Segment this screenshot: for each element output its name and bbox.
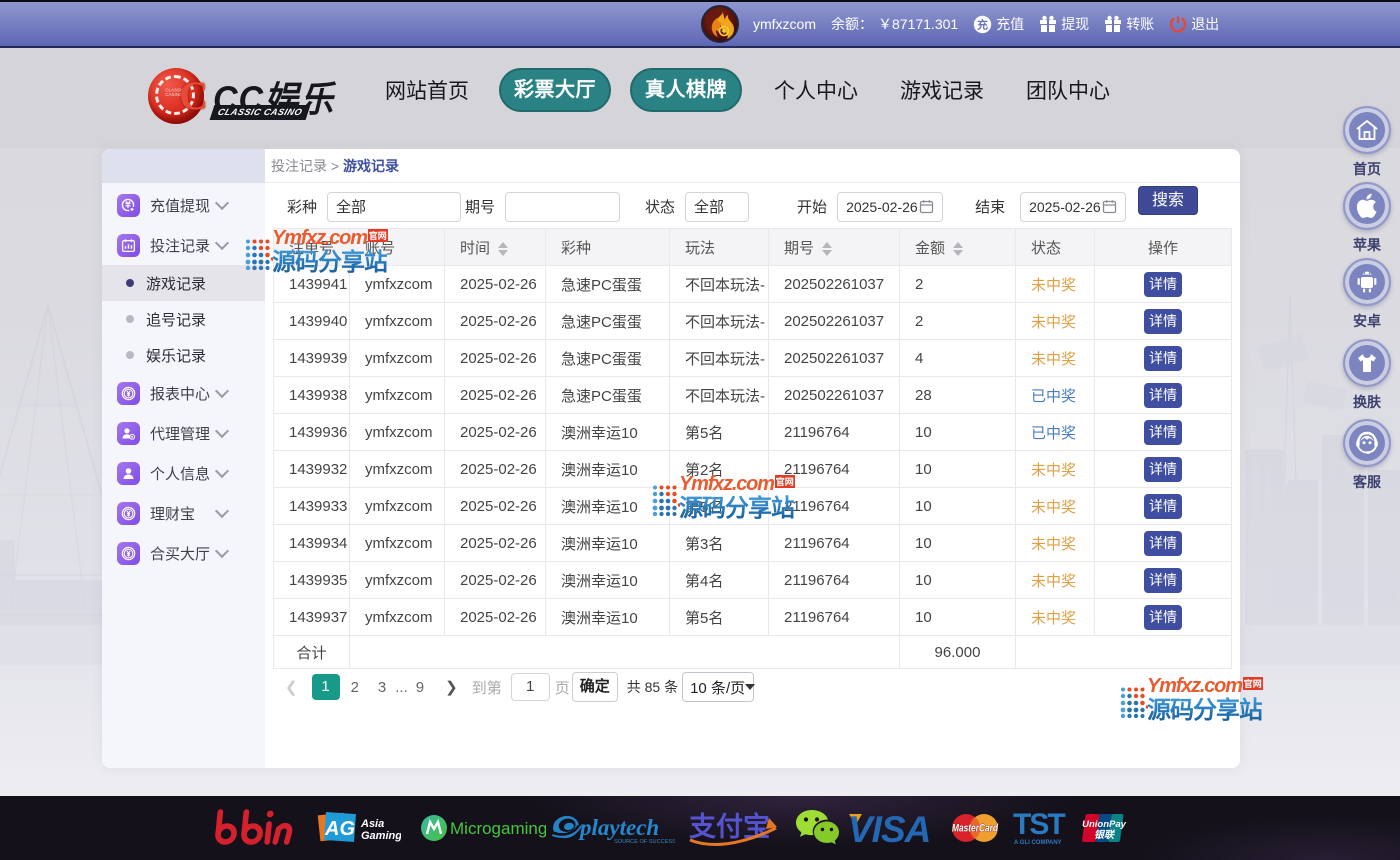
svg-text:银联: 银联 (1094, 829, 1116, 841)
svg-text:Microgaming: Microgaming (450, 819, 546, 838)
svg-text:SOURCE OF SUCCESS: SOURCE OF SUCCESS (614, 839, 675, 845)
svg-text:Asia: Asia (360, 818, 384, 830)
svg-text:VISA: VISA (848, 809, 930, 847)
svg-text:TST: TST (1013, 808, 1065, 841)
svg-text:充: 充 (977, 17, 988, 31)
svg-text:MasterCard: MasterCard (952, 823, 998, 835)
svg-text:A GLI COMPANY: A GLI COMPANY (1014, 840, 1062, 846)
svg-text:AG: AG (324, 818, 355, 840)
svg-text:UnionPay: UnionPay (1082, 819, 1127, 830)
svg-text:Gaming: Gaming (361, 830, 401, 842)
svg-text:playtech: playtech (578, 815, 659, 840)
